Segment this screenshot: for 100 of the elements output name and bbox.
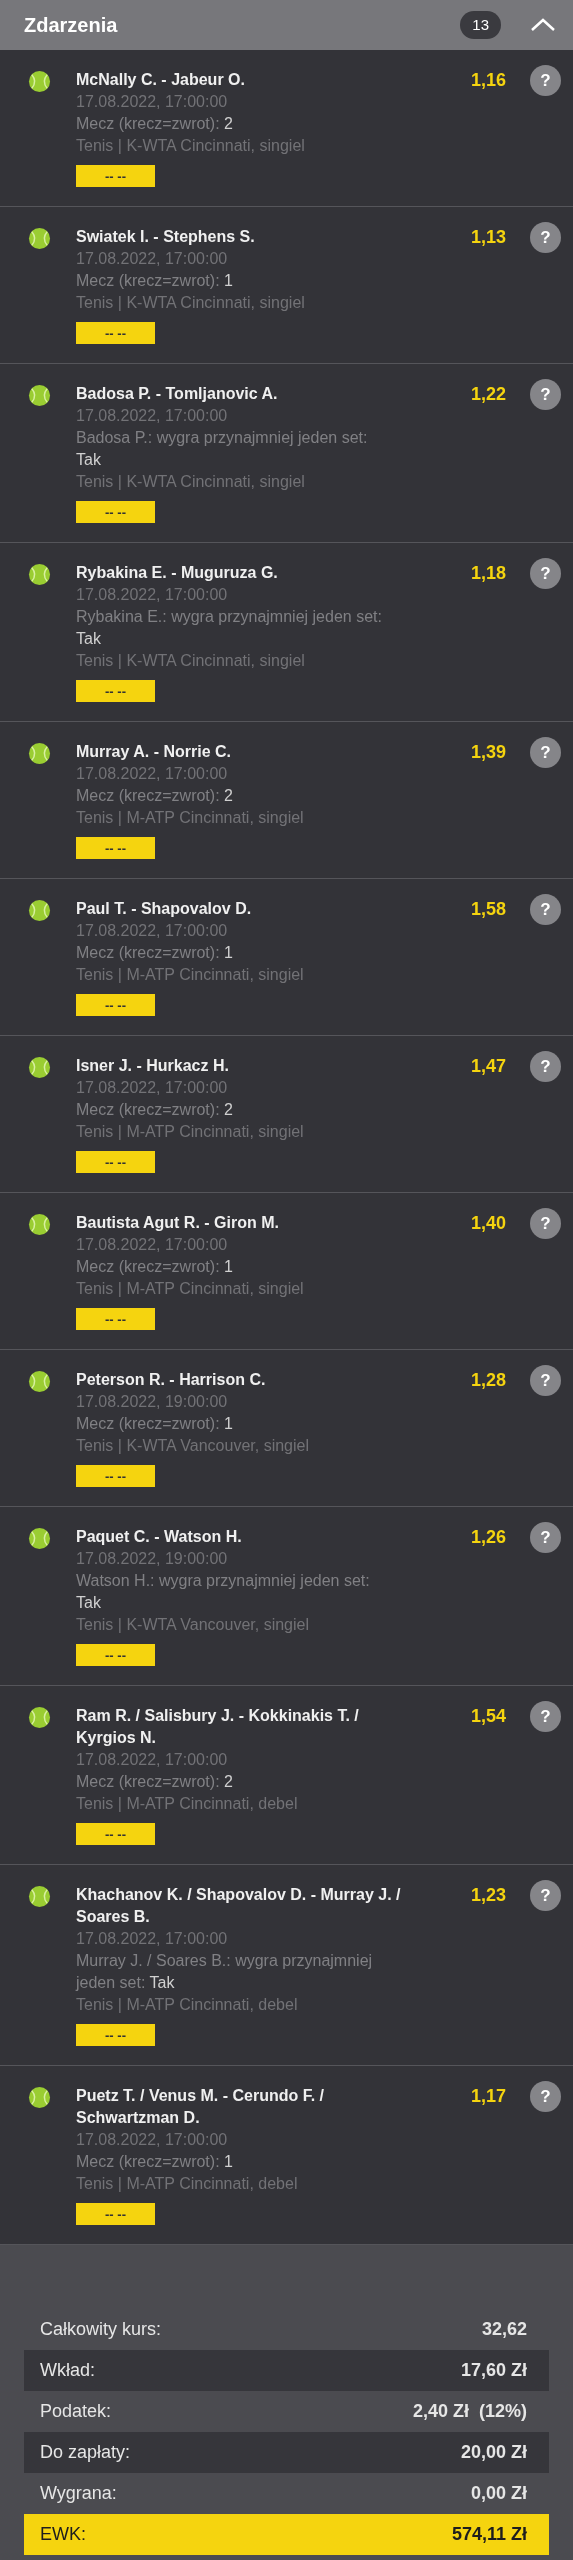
odds-value: 1,17 [470, 2085, 506, 2107]
help-icon[interactable]: ? [530, 558, 561, 589]
match-title: Rybakina E. - Muguruza G. [76, 563, 279, 583]
match-date: 17.08.2022, 17:00:00 [76, 921, 229, 941]
result-tag: -- -- [76, 837, 155, 859]
event-count: 13 [460, 10, 501, 40]
odds-value: 1,16 [470, 69, 506, 91]
help-icon[interactable]: ? [530, 222, 561, 253]
bet-pick: Murray J. / Soares B.: wygra przynajmniej jeden set: Tak [76, 1951, 374, 1993]
result-tag: -- -- [76, 501, 155, 523]
help-icon[interactable]: ? [530, 1880, 561, 1911]
league-label: Tenis | K-WTA Cincinnati, singiel [76, 293, 306, 313]
summary-label: Wygrana: [40, 2482, 118, 2505]
summary-value: 17,60 Zł [460, 2359, 527, 2382]
match-date: 17.08.2022, 17:00:00 [76, 1929, 229, 1949]
match-title: Peterson R. - Harrison C. [76, 1370, 267, 1390]
summary-value: 20,00 Zł [460, 2441, 527, 2464]
match-date: 17.08.2022, 17:00:00 [76, 764, 229, 784]
league-label: Tenis | M-ATP Cincinnati, singiel [76, 1122, 305, 1142]
odds-value: 1,13 [470, 226, 506, 248]
odds-value: 1,39 [470, 741, 506, 763]
result-tag: -- -- [76, 680, 155, 702]
summary-value: 32,62 [481, 2318, 527, 2341]
bet-pick: Rybakina E.: wygra przynajmniej jeden set: Tak [76, 607, 383, 649]
bet-pick: Mecz (krecz=zwrot): 2 [76, 786, 234, 806]
league-label: Tenis | K-WTA Vancouver, singiel [76, 1436, 310, 1456]
tennis-ball-icon [28, 2086, 51, 2109]
help-icon[interactable]: ? [530, 894, 561, 925]
match-title: Puetz T. / Venus M. - Cerundo F. / Schwartzman D. [76, 2086, 326, 2128]
tennis-ball-icon [28, 563, 51, 586]
tennis-ball-icon [28, 1056, 51, 1079]
match-date: 17.08.2022, 19:00:00 [76, 1392, 229, 1412]
match-date: 17.08.2022, 17:00:00 [76, 1235, 229, 1255]
match-title: Isner J. - Hurkacz H. [76, 1056, 230, 1076]
result-tag: -- -- [76, 2024, 155, 2046]
summary-label: EWK: [40, 2523, 87, 2546]
bet-pick: Badosa P.: wygra przynajmniej jeden set: Tak [76, 428, 369, 470]
match-date: 17.08.2022, 17:00:00 [76, 585, 229, 605]
summary-value: 0,00 Zł [470, 2482, 527, 2505]
league-label: Tenis | K-WTA Cincinnati, singiel [76, 472, 306, 492]
odds-value: 1,22 [470, 383, 506, 405]
league-label: Tenis | M-ATP Cincinnati, debel [76, 2174, 299, 2194]
tennis-ball-icon [28, 1527, 51, 1550]
summary-value: 574,11 Zł [451, 2523, 527, 2546]
help-icon[interactable]: ? [530, 737, 561, 768]
league-label: Tenis | K-WTA Cincinnati, singiel [76, 136, 306, 156]
tennis-ball-icon [28, 1213, 51, 1236]
odds-value: 1,28 [470, 1369, 506, 1391]
league-label: Tenis | K-WTA Cincinnati, singiel [76, 651, 306, 671]
tennis-ball-icon [28, 1706, 51, 1729]
bet-pick: Mecz (krecz=zwrot): 1 [76, 943, 234, 963]
league-label: Tenis | M-ATP Cincinnati, singiel [76, 965, 305, 985]
result-tag: -- -- [76, 994, 155, 1016]
result-tag: -- -- [76, 322, 155, 344]
league-label: Tenis | M-ATP Cincinnati, debel [76, 1794, 299, 1814]
tennis-ball-icon [28, 70, 51, 93]
match-title: Paquet C. - Watson H. [76, 1527, 243, 1547]
bet-pick: Mecz (krecz=zwrot): 1 [76, 2152, 234, 2172]
result-tag: -- -- [76, 1823, 155, 1845]
tennis-ball-icon [28, 899, 51, 922]
help-icon[interactable]: ? [530, 379, 561, 410]
result-tag: -- -- [76, 1644, 155, 1666]
summary-label: Do zapłaty: [40, 2441, 132, 2464]
match-title: Paul T. - Shapovalov D. [76, 899, 253, 919]
help-icon[interactable]: ? [530, 2081, 561, 2112]
match-title: Murray A. - Norrie C. [76, 742, 232, 762]
help-icon[interactable]: ? [530, 1365, 561, 1396]
bet-pick: Watson H.: wygra przynajmniej jeden set: Tak [76, 1571, 371, 1613]
summary-value: 2,40 Zł (12%) [412, 2400, 527, 2423]
match-date: 17.08.2022, 17:00:00 [76, 2130, 229, 2150]
bet-pick: Mecz (krecz=zwrot): 2 [76, 1772, 234, 1792]
odds-value: 1,40 [470, 1212, 506, 1234]
summary-label: Wkład: [40, 2359, 96, 2382]
summary-label: Całkowity kurs: [40, 2318, 163, 2341]
result-tag: -- -- [76, 1151, 155, 1173]
help-icon[interactable]: ? [530, 1522, 561, 1553]
odds-value: 1,54 [470, 1705, 506, 1727]
league-label: Tenis | M-ATP Cincinnati, singiel [76, 1279, 305, 1299]
help-icon[interactable]: ? [530, 65, 561, 96]
match-date: 17.08.2022, 17:00:00 [76, 1078, 229, 1098]
result-tag: -- -- [76, 1465, 155, 1487]
match-date: 17.08.2022, 17:00:00 [76, 92, 229, 112]
bet-pick: Mecz (krecz=zwrot): 2 [76, 114, 234, 134]
bet-pick: Mecz (krecz=zwrot): 1 [76, 1414, 234, 1434]
league-label: Tenis | K-WTA Vancouver, singiel [76, 1615, 310, 1635]
help-icon[interactable]: ? [530, 1701, 561, 1732]
section-title: Zdarzenia [24, 13, 119, 38]
match-date: 17.08.2022, 17:00:00 [76, 1750, 229, 1770]
match-date: 17.08.2022, 17:00:00 [76, 249, 229, 269]
odds-value: 1,58 [470, 898, 506, 920]
odds-value: 1,23 [470, 1884, 506, 1906]
summary-label: Podatek: [40, 2400, 113, 2423]
league-label: Tenis | M-ATP Cincinnati, singiel [76, 808, 305, 828]
match-title: Khachanov K. / Shapovalov D. - Murray J. / Soares B. [76, 1885, 402, 1927]
help-icon[interactable]: ? [530, 1051, 561, 1082]
bet-pick: Mecz (krecz=zwrot): 1 [76, 271, 234, 291]
bet-pick: Mecz (krecz=zwrot): 2 [76, 1100, 234, 1120]
result-tag: -- -- [76, 165, 155, 187]
result-tag: -- -- [76, 2203, 155, 2225]
help-icon[interactable]: ? [530, 1208, 561, 1239]
